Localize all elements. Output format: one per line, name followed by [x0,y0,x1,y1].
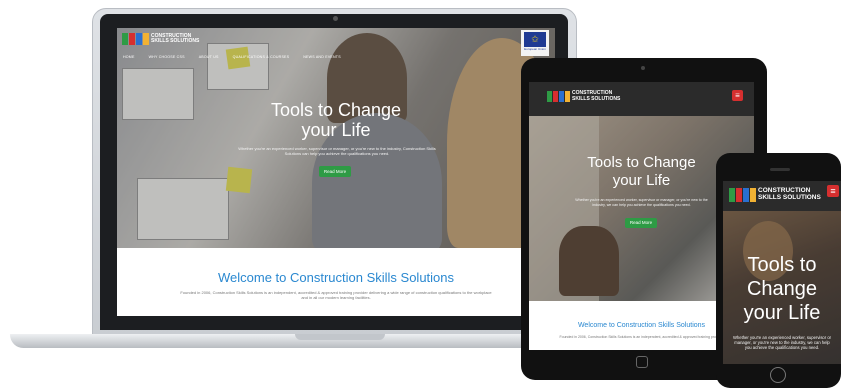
site-logo[interactable]: CONSTRUCTION SKILLS SOLUTIONS [547,90,621,102]
nav-item-home[interactable]: HOME [123,55,135,59]
welcome-text: Founded in 2006, Construction Skills Sol… [559,335,724,339]
main-nav: HOME WHY CHOOSE CSS ABOUT US QUALIFICATI… [123,55,341,59]
logo-line-2: SKILLS SOLUTIONS [572,95,621,102]
eu-stars-icon: ✩ [531,34,539,44]
hero-title-line-1: Tools to Change [270,100,402,120]
read-more-button[interactable]: Read More [319,166,351,177]
hero-title-line-2: your Life [301,120,371,140]
welcome-section: Welcome to Construction Skills Solutions… [117,248,555,316]
hero-title-line-3: your Life [743,302,821,324]
laptop-hero: CONSTRUCTION SKILLS SOLUTIONS HOME WHY C… [117,28,555,248]
tablet-header: CONSTRUCTION SKILLS SOLUTIONS ≡ [529,82,754,116]
welcome-title: Welcome to Construction Skills Solutions [217,270,455,285]
site-logo[interactable]: CONSTRUCTION SKILLS SOLUTIONS [122,33,199,45]
hero-title: Tools to Change your Life [117,100,555,140]
welcome-text: Founded in 2006, Construction Skills Sol… [180,290,492,300]
logo-line-2: SKILLS SOLUTIONS [758,194,821,201]
laptop-camera [333,16,338,21]
laptop-screen: CONSTRUCTION SKILLS SOLUTIONS HOME WHY C… [117,28,555,316]
nav-item-news[interactable]: NEWS AND EVENTS [303,55,341,59]
phone-screen: CONSTRUCTION SKILLS SOLUTIONS ≡ Tools to… [723,181,841,364]
phone-header: CONSTRUCTION SKILLS SOLUTIONS ≡ [723,181,841,211]
phone-hero: Tools to Change your Life Whether you're… [723,211,841,364]
nav-item-qualifications[interactable]: QUALIFICATIONS & COURSES [233,55,290,59]
tablet-home-button[interactable] [636,356,648,368]
hero-subtitle: Whether you're an experienced worker, su… [732,335,832,351]
phone-home-button[interactable] [770,367,786,383]
read-more-button[interactable]: Read More [625,218,657,228]
menu-button[interactable]: ≡ [732,90,743,101]
nav-item-why[interactable]: WHY CHOOSE CSS [149,55,185,59]
hero-title-line-1: Tools to [747,254,817,276]
hero-subtitle: Whether you're an experienced worker, su… [575,198,708,207]
nav-item-about[interactable]: ABOUT US [199,55,219,59]
hero-title: Tools to Change your Life [723,253,841,325]
eu-logo: ✩ European Union [521,30,549,56]
phone-speaker [770,168,790,171]
menu-button[interactable]: ≡ [827,185,839,197]
site-logo[interactable]: CONSTRUCTION SKILLS SOLUTIONS [729,187,821,202]
logo-line-2: SKILLS SOLUTIONS [151,38,200,44]
tablet-camera [641,66,645,70]
laptop-notch [295,334,385,340]
eu-label: European Union [524,47,546,51]
hero-title-line-2: Change [746,278,818,300]
hero-subtitle: Whether you're an experienced worker, su… [238,146,436,156]
